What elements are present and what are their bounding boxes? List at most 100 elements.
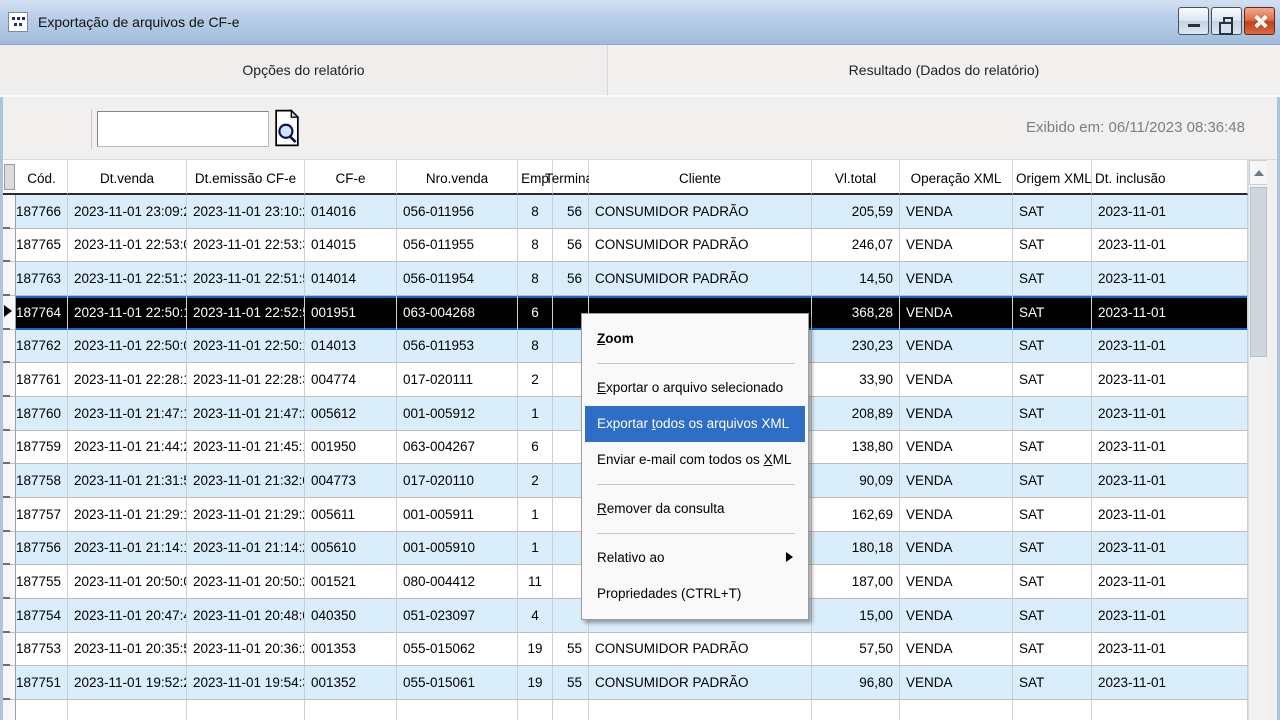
cell-emp[interactable]: 4 <box>518 599 553 633</box>
cell-cfe[interactable]: 005610 <box>305 532 397 566</box>
preview-button[interactable] <box>271 109 303 149</box>
cell-terminal[interactable]: 56 <box>553 229 589 263</box>
cell-dtemissao[interactable]: 2023-11-01 19:54:38 <box>187 666 305 700</box>
cell-dtemissao[interactable]: 2023-11-01 20:48:04 <box>187 599 305 633</box>
cell-dtvenda[interactable] <box>68 700 187 720</box>
cell-operacao[interactable]: VENDA <box>900 431 1013 465</box>
column-header-operacao[interactable]: Operação XML <box>900 160 1013 195</box>
minimize-button[interactable] <box>1178 7 1209 35</box>
cell-cliente[interactable] <box>589 700 812 720</box>
cell-origem[interactable]: SAT <box>1013 262 1092 296</box>
cell-dtvenda[interactable]: 2023-11-01 21:14:17 <box>68 532 187 566</box>
menu-item-zoom[interactable]: Zoom <box>585 321 805 357</box>
menu-item-enviar-e-mail-com-todos-os-xml[interactable]: Enviar e-mail com todos os XML <box>585 442 805 478</box>
cell-nrovenda[interactable]: 055-015062 <box>397 633 518 667</box>
menu-item-relativo-ao[interactable]: Relativo ao <box>585 540 805 576</box>
cell-dtvenda[interactable]: 2023-11-01 21:47:10 <box>68 397 187 431</box>
cell-operacao[interactable]: VENDA <box>900 363 1013 397</box>
cell-dtinclusao[interactable]: 2023-11-01 <box>1092 532 1248 566</box>
cell-emp[interactable]: 19 <box>518 633 553 667</box>
cell-operacao[interactable] <box>900 700 1013 720</box>
cell-vltotal[interactable]: 208,89 <box>812 397 900 431</box>
cell-origem[interactable]: SAT <box>1013 599 1092 633</box>
cell-dtvenda[interactable]: 2023-11-01 22:51:36 <box>68 262 187 296</box>
cell-operacao[interactable]: VENDA <box>900 599 1013 633</box>
cell-cod[interactable]: 187754 <box>16 599 68 633</box>
cell-vltotal[interactable] <box>812 700 900 720</box>
row-indicator[interactable] <box>3 229 16 263</box>
cell-dtinclusao[interactable]: 2023-11-01 <box>1092 195 1248 229</box>
cell-terminal[interactable]: 55 <box>553 633 589 667</box>
menu-item-remover-da-consulta[interactable]: Remover da consulta <box>585 491 805 527</box>
tab-resultado[interactable]: Resultado (Dados do relatório) <box>608 45 1280 95</box>
cell-cod[interactable]: 187761 <box>16 363 68 397</box>
cell-dtinclusao[interactable]: 2023-11-01 <box>1092 229 1248 263</box>
cell-nrovenda[interactable]: 001-005910 <box>397 532 518 566</box>
cell-dtinclusao[interactable]: 2023-11-01 <box>1092 599 1248 633</box>
row-indicator[interactable] <box>3 666 16 700</box>
row-indicator[interactable] <box>3 262 16 296</box>
cell-dtinclusao[interactable]: 2023-11-01 <box>1092 397 1248 431</box>
cell-dtemissao[interactable]: 2023-11-01 21:29:29 <box>187 498 305 532</box>
cell-cod[interactable] <box>16 700 68 720</box>
cell-dtinclusao[interactable]: 2023-11-01 <box>1092 363 1248 397</box>
cell-operacao[interactable]: VENDA <box>900 195 1013 229</box>
cell-emp[interactable] <box>518 700 553 720</box>
cell-cod[interactable]: 187765 <box>16 229 68 263</box>
row-indicator[interactable] <box>3 363 16 397</box>
cell-cod[interactable]: 187753 <box>16 633 68 667</box>
cell-origem[interactable]: SAT <box>1013 397 1092 431</box>
scroll-up-button[interactable] <box>1249 160 1268 185</box>
row-indicator[interactable] <box>3 195 16 229</box>
column-header-cod[interactable]: Cód. <box>16 160 68 195</box>
cell-dtemissao[interactable]: 2023-11-01 22:53:33 <box>187 229 305 263</box>
cell-origem[interactable]: SAT <box>1013 565 1092 599</box>
cell-nrovenda[interactable]: 056-011956 <box>397 195 518 229</box>
cell-vltotal[interactable]: 187,00 <box>812 565 900 599</box>
cell-cfe[interactable]: 014014 <box>305 262 397 296</box>
row-indicator[interactable] <box>3 498 16 532</box>
cell-operacao[interactable]: VENDA <box>900 666 1013 700</box>
cell-cfe[interactable]: 014016 <box>305 195 397 229</box>
cell-cod[interactable]: 187755 <box>16 565 68 599</box>
cell-dtvenda[interactable]: 2023-11-01 22:50:01 <box>68 330 187 364</box>
cell-vltotal[interactable]: 57,50 <box>812 633 900 667</box>
cell-operacao[interactable]: VENDA <box>900 330 1013 364</box>
cell-origem[interactable]: SAT <box>1013 330 1092 364</box>
column-header-terminal[interactable]: Terminal <box>553 160 589 195</box>
cell-cfe[interactable] <box>305 700 397 720</box>
column-header-vltotal[interactable]: Vl.total <box>812 160 900 195</box>
cell-cfe[interactable]: 005612 <box>305 397 397 431</box>
cell-vltotal[interactable]: 230,23 <box>812 330 900 364</box>
cell-terminal[interactable] <box>553 700 589 720</box>
cell-cfe[interactable]: 014013 <box>305 330 397 364</box>
cell-cliente[interactable]: CONSUMIDOR PADRÃO <box>589 666 812 700</box>
cell-vltotal[interactable]: 180,18 <box>812 532 900 566</box>
cell-terminal[interactable]: 55 <box>553 666 589 700</box>
row-indicator[interactable] <box>3 532 16 566</box>
cell-cfe[interactable]: 001353 <box>305 633 397 667</box>
cell-dtemissao[interactable]: 2023-11-01 20:36:29 <box>187 633 305 667</box>
cell-cod[interactable]: 187756 <box>16 532 68 566</box>
column-header-dtemissao[interactable]: Dt.emissão CF-e <box>187 160 305 195</box>
cell-dtemissao[interactable]: 2023-11-01 22:50:19 <box>187 330 305 364</box>
cell-cliente[interactable]: CONSUMIDOR PADRÃO <box>589 262 812 296</box>
cell-cfe[interactable]: 004773 <box>305 464 397 498</box>
cell-nrovenda[interactable]: 017-020111 <box>397 363 518 397</box>
cell-dtvenda[interactable]: 2023-11-01 23:09:25 <box>68 195 187 229</box>
cell-emp[interactable]: 19 <box>518 666 553 700</box>
cell-dtemissao[interactable]: 2023-11-01 22:51:55 <box>187 262 305 296</box>
cell-origem[interactable]: SAT <box>1013 532 1092 566</box>
scrollbar-thumb[interactable] <box>1250 187 1267 357</box>
column-header-origem[interactable]: Origem XML <box>1013 160 1092 195</box>
cell-dtinclusao[interactable]: 2023-11-01 <box>1092 431 1248 465</box>
cell-cod[interactable]: 187760 <box>16 397 68 431</box>
cell-dtvenda[interactable]: 2023-11-01 19:52:21 <box>68 666 187 700</box>
cell-vltotal[interactable]: 368,28 <box>812 296 900 330</box>
cell-dtemissao[interactable]: 2023-11-01 20:50:24 <box>187 565 305 599</box>
cell-vltotal[interactable]: 90,09 <box>812 464 900 498</box>
cell-cfe[interactable]: 001951 <box>305 296 397 330</box>
column-header-nrovenda[interactable]: Nro.venda <box>397 160 518 195</box>
restore-button[interactable] <box>1211 7 1242 35</box>
cell-emp[interactable]: 8 <box>518 229 553 263</box>
